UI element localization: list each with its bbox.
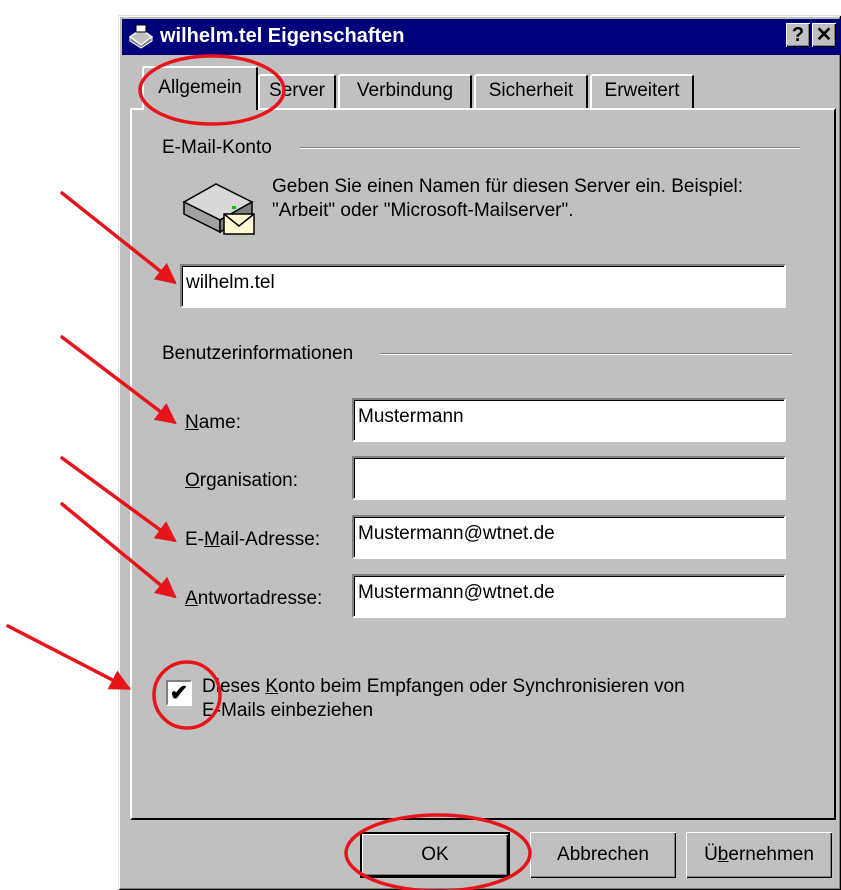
organisation-label: Organisation:	[185, 470, 299, 491]
email-label: E-Mail-Adresse:	[185, 529, 321, 550]
apply-button[interactable]: Übernehmen	[686, 832, 832, 878]
user-info-group-label: Benutzerinformationen	[162, 343, 364, 365]
email-input[interactable]: Mustermann@wtnet.de	[352, 515, 786, 559]
email-account-divider	[300, 147, 800, 149]
include-account-label-a: Dieses	[202, 676, 266, 697]
include-account-checkbox[interactable]: ✔	[166, 680, 192, 706]
mail-server-icon	[182, 183, 255, 235]
reply-label-text: ntwortadresse:	[197, 588, 323, 609]
tab-server[interactable]: Server	[258, 74, 336, 108]
email-label-rest: ail-Adresse:	[219, 529, 321, 550]
email-account-group-label: E-Mail-Konto	[162, 137, 282, 159]
reply-label: Antwortadresse:	[185, 588, 323, 609]
window-title: wilhelm.tel Eigenschaften	[160, 25, 405, 47]
close-button[interactable]: ✕	[812, 23, 836, 47]
apply-label-a: Ü	[704, 844, 718, 865]
name-label: Name:	[185, 412, 241, 433]
checkbox-arrow	[6, 624, 132, 690]
include-account-label-line1: Dieses Konto beim Empfangen oder Synchro…	[202, 676, 685, 697]
reply-address-input[interactable]: Mustermann@wtnet.de	[352, 574, 786, 618]
apply-label-b: ernehmen	[728, 844, 814, 865]
email-label-prefix: E-	[185, 529, 204, 550]
name-input[interactable]: Mustermann	[352, 398, 786, 442]
organisation-input[interactable]	[352, 456, 786, 500]
email-account-description-line2: "Arbeit" oder "Microsoft-Mailserver".	[272, 200, 574, 221]
name-label-text: ame:	[198, 412, 241, 433]
tab-verbindung[interactable]: Verbindung	[338, 74, 472, 108]
mail-account-icon	[128, 24, 154, 49]
organisation-label-text: rganisation:	[199, 470, 299, 491]
cancel-button[interactable]: Abbrechen	[530, 832, 676, 878]
help-button[interactable]: ?	[786, 23, 810, 47]
tab-erweitert[interactable]: Erweitert	[590, 74, 694, 108]
email-account-description-line1: Geben Sie einen Namen für diesen Server …	[272, 176, 744, 197]
tab-allgemein[interactable]: Allgemein	[142, 66, 258, 110]
include-account-label-line2: E-Mails einbeziehen	[202, 700, 374, 721]
tab-sicherheit[interactable]: Sicherheit	[474, 74, 588, 108]
account-name-input[interactable]: wilhelm.tel	[180, 264, 786, 308]
include-account-label-b: onto beim Empfangen oder Synchronisieren…	[278, 676, 685, 697]
user-info-divider	[380, 353, 792, 355]
ok-button[interactable]: OK	[360, 832, 510, 878]
